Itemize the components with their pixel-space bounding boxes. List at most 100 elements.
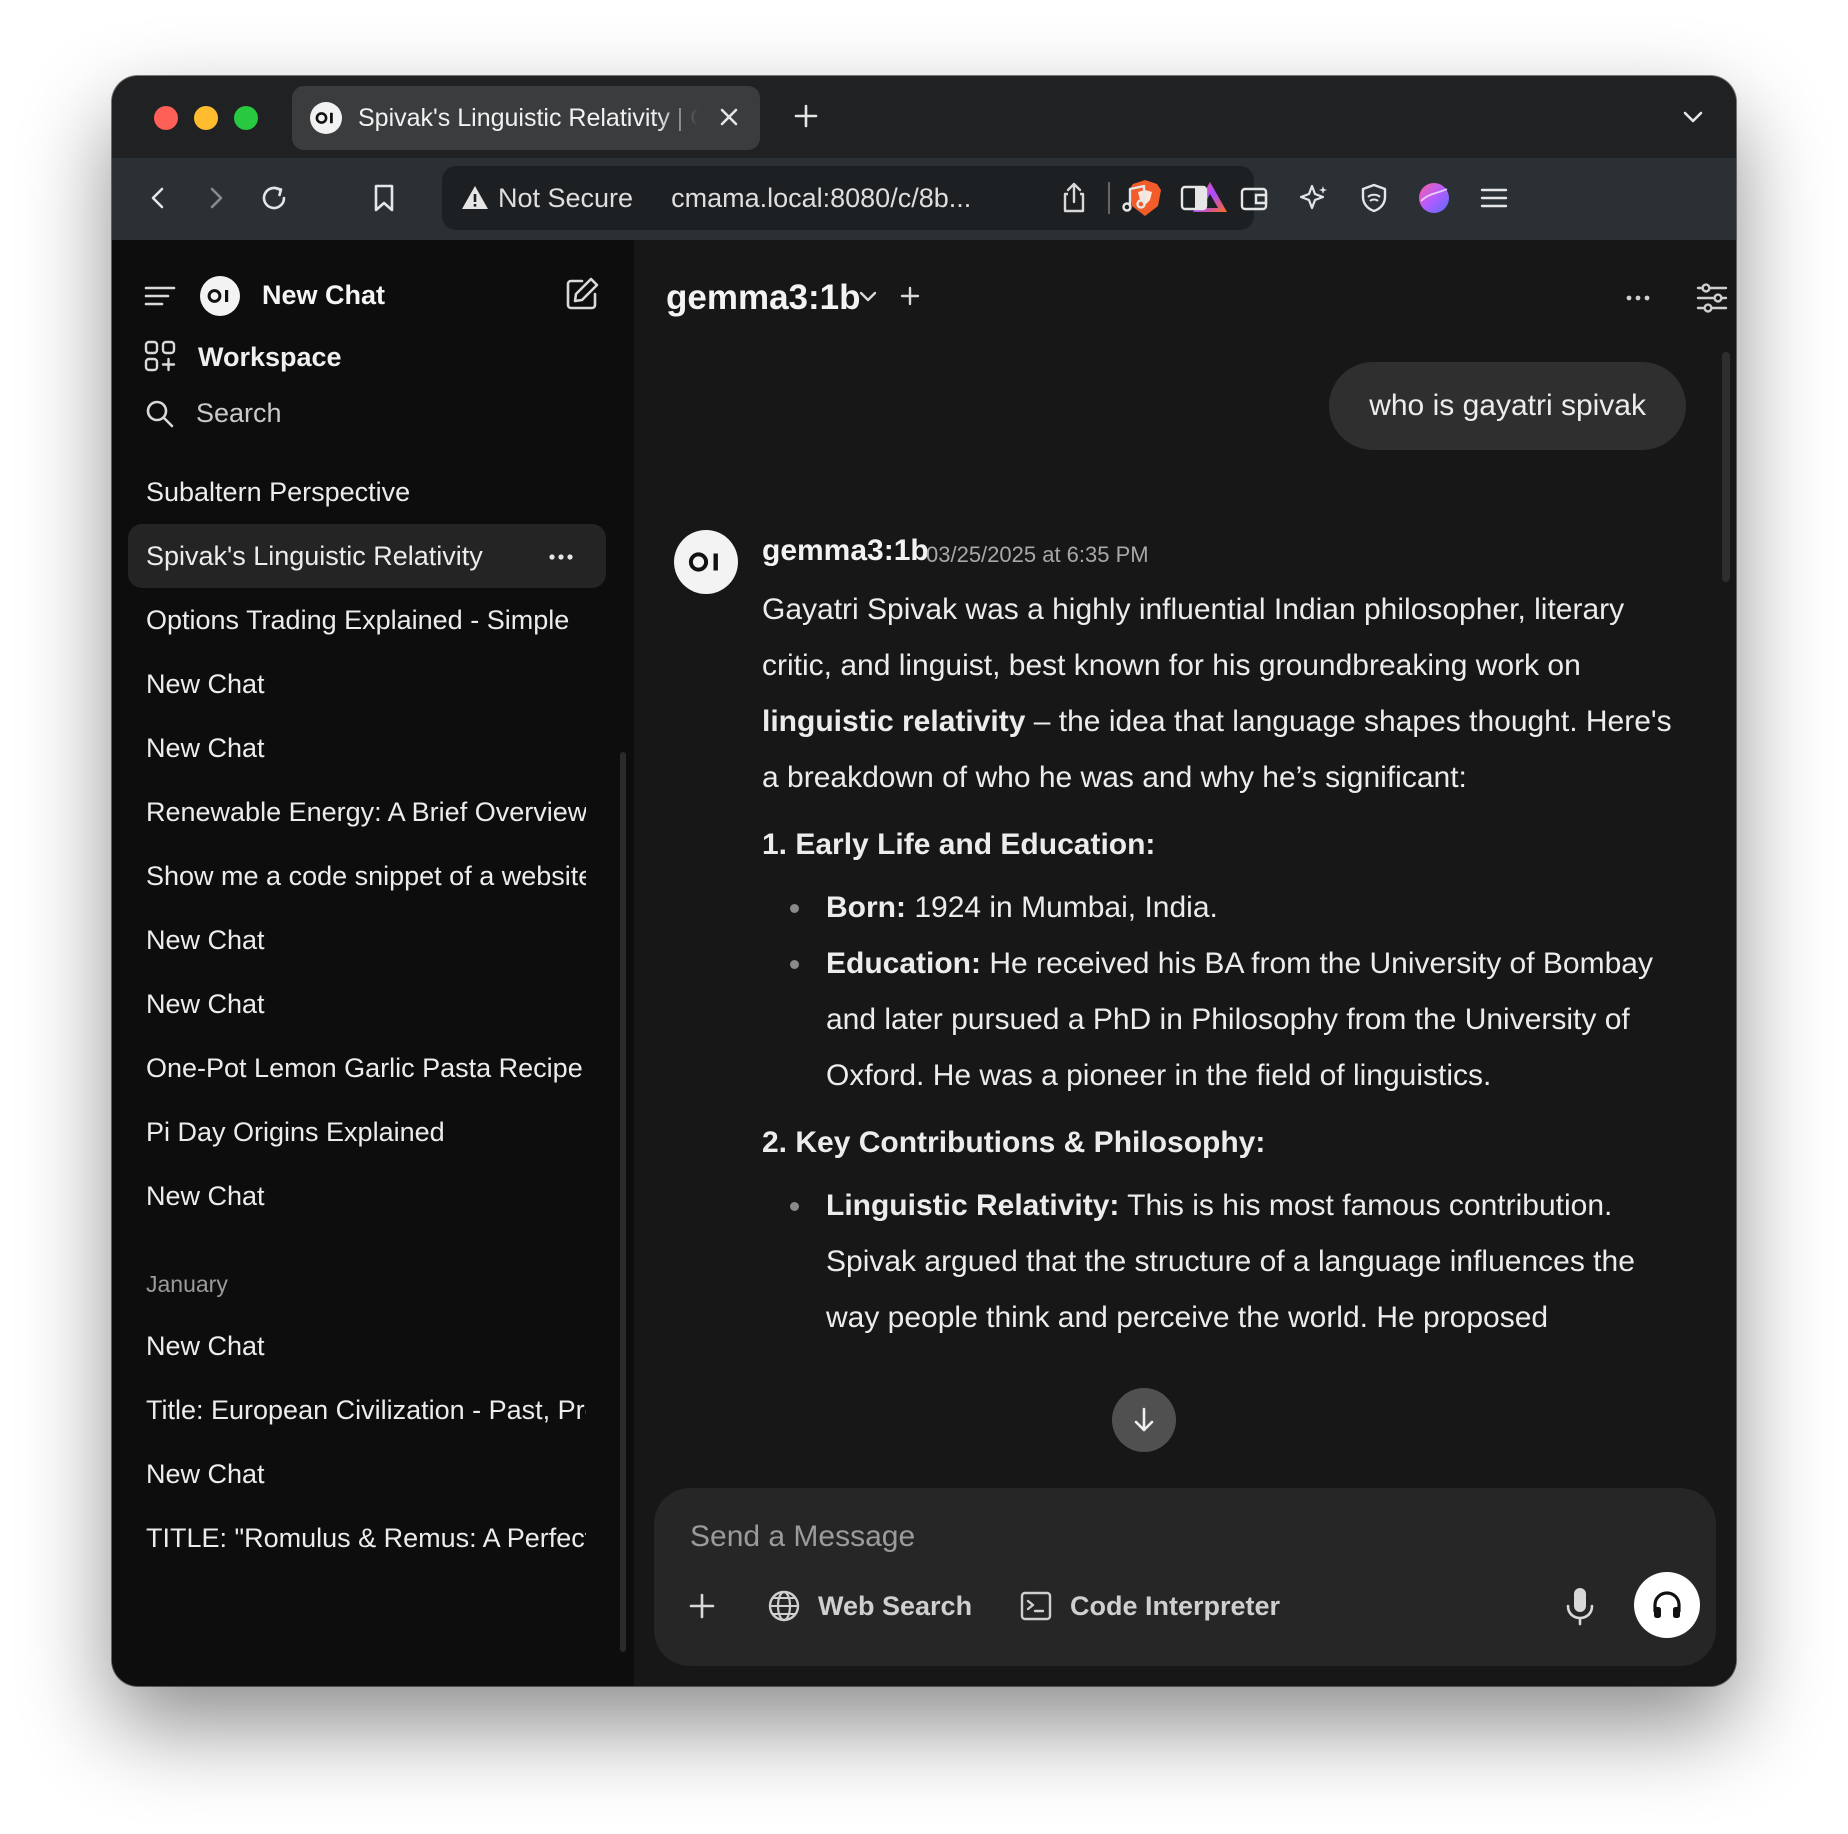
new-tab-icon[interactable]: [788, 98, 824, 134]
vpn-shield-icon[interactable]: [1354, 178, 1394, 218]
chat-item[interactable]: Subaltern Perspective: [128, 460, 606, 524]
chevron-down-icon[interactable]: [1678, 102, 1708, 132]
chat-item-label: Title: European Civilization - Past, Pre…: [146, 1394, 586, 1425]
browser-toolbar: Not Secure cmama.local:8080/c/8b...: [112, 158, 1736, 240]
chat-item-label: Subaltern Perspective: [146, 476, 411, 507]
close-tab-icon[interactable]: [716, 104, 742, 130]
chat-item-label: One-Pot Lemon Garlic Pasta Recipe: [146, 1052, 583, 1083]
chat-item-label: Spivak's Linguistic Relativity: [146, 540, 483, 571]
chat-item[interactable]: New Chat: [128, 908, 606, 972]
list-item-text: 1924 in Mumbai, India.: [905, 891, 1218, 924]
chat-item[interactable]: Options Trading Explained - Simple: [128, 588, 606, 652]
message-timestamp: 03/25/2025 at 6:35 PM: [926, 542, 1149, 567]
chat-item-label: New Chat: [146, 988, 265, 1019]
chat-item-label: TITLE: "Romulus & Remus: A Perfect: [146, 1522, 586, 1553]
bullet-list: Born: 1924 in Mumbai, India. Education: …: [762, 880, 1682, 1104]
sidebar-menu-icon[interactable]: [142, 278, 178, 314]
openwebui-logo-icon[interactable]: [200, 276, 240, 316]
sidebar-toggle-icon[interactable]: [1174, 178, 1214, 218]
scroll-to-bottom-button[interactable]: [1112, 1388, 1176, 1452]
model-selector[interactable]: gemma3:1b: [666, 278, 861, 318]
share-icon[interactable]: [1056, 180, 1092, 216]
minimize-window-button[interactable]: [194, 106, 218, 130]
list-item: Linguistic Relativity: This is his most …: [790, 1178, 1682, 1346]
chat-item[interactable]: New Chat: [128, 716, 606, 780]
back-icon[interactable]: [138, 178, 178, 218]
leo-ai-icon[interactable]: [1294, 178, 1334, 218]
chat-item-label: New Chat: [146, 1458, 265, 1489]
message-composer: Send a Message Web Search Code Interpret…: [654, 1488, 1716, 1666]
chat-item[interactable]: New Chat: [128, 652, 606, 716]
chat-item[interactable]: New Chat: [128, 1314, 606, 1378]
title-bar: Spivak's Linguistic Relativity | Open We…: [112, 76, 1736, 158]
url-text[interactable]: cmama.local:8080/c/8b...: [671, 183, 971, 214]
chat-item[interactable]: New Chat: [128, 1164, 606, 1228]
chat-item-label: New Chat: [146, 668, 265, 699]
sidebar-scrollbar[interactable]: [620, 752, 626, 1652]
intro-bold: linguistic relativity: [762, 705, 1026, 738]
chat-item[interactable]: One-Pot Lemon Garlic Pasta Recipe: [128, 1036, 606, 1100]
arrow-down-icon: [1134, 1407, 1154, 1432]
chat-item[interactable]: TITLE: "Romulus & Remus: A Perfect: [128, 1506, 606, 1570]
code-interpreter-button[interactable]: Code Interpreter: [1018, 1584, 1280, 1628]
workspace-link[interactable]: Workspace: [198, 342, 342, 373]
chevron-down-icon[interactable]: [854, 282, 882, 310]
chat-item-label: Renewable Energy: A Brief Overview: [146, 796, 586, 827]
reload-icon[interactable]: [254, 178, 294, 218]
chat-history-list: Subaltern Perspective Spivak's Linguisti…: [128, 460, 606, 1570]
add-model-icon[interactable]: [896, 282, 924, 310]
bookmark-icon[interactable]: [364, 178, 404, 218]
close-window-button[interactable]: [154, 106, 178, 130]
voice-mode-button[interactable]: [1634, 1572, 1700, 1638]
address-bar-divider: [1108, 182, 1110, 214]
more-options-icon[interactable]: [546, 542, 576, 572]
list-item-label: Linguistic Relativity:: [826, 1189, 1120, 1222]
browser-tab-active[interactable]: Spivak's Linguistic Relativity | Open We…: [292, 86, 760, 150]
section-label-january: January: [146, 1271, 228, 1297]
new-chat-title[interactable]: New Chat: [262, 280, 385, 311]
chat-item-label: Options Trading Explained - Simple: [146, 604, 570, 635]
security-label: Not Secure: [498, 182, 634, 213]
chat-item-label: New Chat: [146, 924, 265, 955]
workspace-grid-icon[interactable]: [142, 338, 178, 374]
openwebui-favicon-icon: [310, 102, 342, 134]
maximize-window-button[interactable]: [234, 106, 258, 130]
browser-window: Spivak's Linguistic Relativity | Open We…: [112, 76, 1736, 1686]
microphone-icon[interactable]: [1560, 1584, 1600, 1628]
intro-text: Gayatri Spivak was a highly influential …: [762, 593, 1625, 682]
chat-item[interactable]: New Chat: [128, 972, 606, 1036]
controls-sliders-icon[interactable]: [1692, 278, 1732, 318]
plus-icon[interactable]: [684, 1588, 720, 1624]
chat-item-label: New Chat: [146, 1180, 265, 1211]
tab-title: Spivak's Linguistic Relativity | Open We…: [358, 103, 698, 132]
chat-item-active[interactable]: Spivak's Linguistic Relativity: [128, 524, 606, 588]
chat-item[interactable]: Title: European Civilization - Past, Pre…: [128, 1378, 606, 1442]
globe-icon: [768, 1590, 800, 1622]
warning-icon: [462, 186, 488, 209]
list-item: Education: He received his BA from the U…: [790, 936, 1682, 1104]
new-chat-edit-icon[interactable]: [562, 274, 602, 314]
chat-item[interactable]: Pi Day Origins Explained: [128, 1100, 606, 1164]
profile-icon[interactable]: [1414, 178, 1454, 218]
chat-scrollbar[interactable]: [1722, 352, 1730, 582]
hamburger-menu-icon[interactable]: [1474, 178, 1514, 218]
assistant-message: Gayatri Spivak was a highly influential …: [762, 582, 1682, 1346]
forward-icon[interactable]: [196, 178, 236, 218]
web-search-label: Web Search: [818, 1590, 973, 1621]
search-icon[interactable]: [142, 396, 178, 432]
wallet-icon[interactable]: [1234, 178, 1274, 218]
web-search-button[interactable]: Web Search: [766, 1584, 972, 1628]
music-icon[interactable]: [1114, 178, 1154, 218]
chat-item[interactable]: Show me a code snippet of a website: [128, 844, 606, 908]
message-input[interactable]: Send a Message: [690, 1520, 915, 1554]
section-heading: 2. Key Contributions & Philosophy:: [762, 1126, 1266, 1159]
chat-item-label: New Chat: [146, 732, 265, 763]
code-interpreter-label: Code Interpreter: [1070, 1590, 1281, 1621]
more-options-icon[interactable]: [1620, 280, 1656, 316]
chat-item-label: Show me a code snippet of a website: [146, 860, 586, 891]
chat-item[interactable]: New Chat: [128, 1442, 606, 1506]
search-input[interactable]: Search: [196, 398, 282, 429]
list-item-label: Born:: [826, 891, 906, 924]
chat-item[interactable]: Renewable Energy: A Brief Overview: [128, 780, 606, 844]
section-heading: 1. Early Life and Education:: [762, 828, 1156, 861]
